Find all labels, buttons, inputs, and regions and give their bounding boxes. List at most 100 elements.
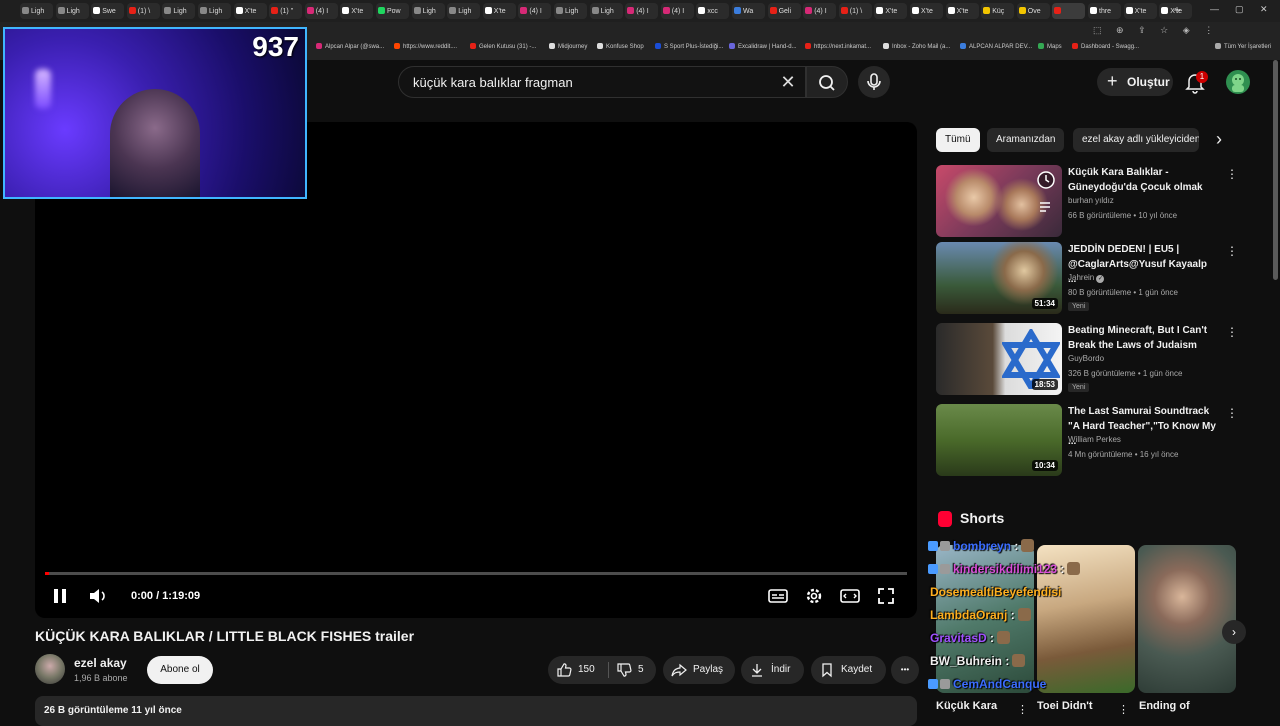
recommendation-title[interactable]: Beating Minecraft, But I Can't Break the… bbox=[1068, 323, 1218, 353]
save-button[interactable]: Kaydet bbox=[811, 656, 886, 684]
browser-tab[interactable]: Ligh bbox=[554, 3, 587, 19]
browser-tab[interactable]: (4) I bbox=[518, 3, 552, 19]
description-box[interactable]: 26 B görüntüleme 11 yıl önce bbox=[35, 696, 917, 726]
recommendation-channel[interactable]: burhan yıldız bbox=[1068, 196, 1114, 205]
browser-tab[interactable]: (4) I bbox=[304, 3, 338, 19]
recommendation-menu-icon[interactable]: ⋮ bbox=[1226, 406, 1238, 420]
browser-tab[interactable]: Geli bbox=[767, 3, 801, 19]
browser-tab[interactable]: X'te bbox=[910, 3, 943, 19]
extensions-icon[interactable]: ◈ bbox=[1183, 25, 1190, 35]
bookmark-item[interactable]: Excalidraw | Hand-d... bbox=[729, 43, 797, 50]
browser-tab[interactable] bbox=[1052, 3, 1086, 19]
bookmark-item[interactable]: S Sport Plus-İstediği... bbox=[655, 43, 723, 50]
browser-tab[interactable]: Ligh bbox=[198, 3, 231, 19]
browser-tab[interactable]: (4) I bbox=[625, 3, 659, 19]
chip-all[interactable]: Tümü bbox=[936, 128, 980, 152]
short-thumb-3[interactable] bbox=[1138, 545, 1236, 693]
maximize-icon[interactable]: ▢ bbox=[1235, 4, 1244, 15]
video-thumbnail[interactable]: 51:34 bbox=[936, 242, 1062, 314]
create-button[interactable]: + Oluştur bbox=[1097, 68, 1173, 96]
recommendation-title[interactable]: Küçük Kara Balıklar - Güneydoğu'da Çocuk… bbox=[1068, 165, 1218, 195]
search-button[interactable] bbox=[806, 66, 848, 98]
share-page-icon[interactable]: ⇪ bbox=[1138, 25, 1146, 35]
chip-from-search[interactable]: Aramanızdan bbox=[987, 128, 1065, 152]
short-menu-icon-1[interactable]: ⋮ bbox=[1017, 703, 1028, 716]
browser-tab[interactable]: Ligh bbox=[447, 3, 481, 19]
video-thumbnail[interactable]: 18:53 bbox=[936, 323, 1062, 395]
recommendation-item[interactable]: 51:34 JEDDİN DEDEN! | EU5 | @CaglarArts@Y… bbox=[936, 242, 1238, 314]
bookmark-item[interactable]: https://www.reddit.... bbox=[394, 43, 457, 50]
bookmark-item[interactable]: https://next.inkamat... bbox=[805, 43, 871, 50]
zoom-icon[interactable]: ⊕ bbox=[1116, 25, 1124, 35]
browser-tab[interactable]: Ligh bbox=[411, 3, 445, 19]
browser-tab[interactable]: Swe bbox=[91, 3, 125, 19]
recommendation-menu-icon[interactable]: ⋮ bbox=[1226, 167, 1238, 181]
browser-tab[interactable]: thre bbox=[1088, 3, 1121, 19]
bookmark-item[interactable]: Dashboard - Swagg... bbox=[1072, 43, 1139, 50]
short-title-3[interactable]: Ending of bbox=[1139, 700, 1190, 712]
short-title-2[interactable]: Toei Didn't bbox=[1037, 700, 1093, 712]
recommendation-item[interactable]: 10:34 The Last Samurai Soundtrack "A Hard… bbox=[936, 404, 1238, 476]
video-thumbnail[interactable] bbox=[936, 165, 1062, 237]
browser-tab[interactable]: X'te bbox=[233, 3, 267, 19]
browser-tab[interactable]: X'te bbox=[482, 3, 516, 19]
star-icon[interactable]: ☆ bbox=[1160, 25, 1168, 35]
subtitles-button[interactable] bbox=[767, 585, 789, 607]
bookmark-item[interactable]: Midjourney bbox=[549, 43, 587, 50]
short-menu-icon-2[interactable]: ⋮ bbox=[1118, 703, 1129, 716]
browser-tab[interactable]: (4) I bbox=[803, 3, 837, 19]
download-button[interactable]: İndir bbox=[741, 656, 804, 684]
recommendation-item[interactable]: 18:53 Beating Minecraft, But I Can't Brea… bbox=[936, 323, 1238, 395]
video-thumbnail[interactable]: 10:34 bbox=[936, 404, 1062, 476]
bookmark-item[interactable]: Alpcan Alpar (@swa... bbox=[316, 43, 384, 50]
shorts-next-button[interactable]: › bbox=[1222, 620, 1246, 644]
browser-tab[interactable]: (1) " bbox=[269, 3, 303, 19]
browser-tab[interactable]: (4) I bbox=[660, 3, 694, 19]
add-to-queue-icon[interactable] bbox=[1036, 197, 1056, 217]
browser-tab[interactable]: Wa bbox=[732, 3, 765, 19]
browser-tab[interactable]: (1) \ bbox=[838, 3, 872, 19]
volume-button[interactable] bbox=[87, 585, 109, 607]
settings-button[interactable] bbox=[803, 585, 825, 607]
browser-tab[interactable]: Ligh bbox=[55, 3, 89, 19]
theater-mode-button[interactable] bbox=[839, 585, 861, 607]
all-bookmarks[interactable]: Tüm Yer İşaretleri bbox=[1215, 43, 1271, 50]
bookmark-item[interactable]: Gelen Kutusu (31) -... bbox=[470, 43, 536, 50]
recommendation-channel[interactable]: William Perkes bbox=[1068, 435, 1121, 444]
share-button[interactable]: Paylaş bbox=[663, 656, 735, 684]
close-window-icon[interactable]: ✕ bbox=[1260, 4, 1268, 15]
subscribe-button[interactable]: Abone ol bbox=[147, 656, 213, 684]
recommendation-channel[interactable]: Jahrein ✓ bbox=[1068, 273, 1105, 283]
browser-tab[interactable]: X'te bbox=[945, 3, 979, 19]
channel-name[interactable]: ezel akay bbox=[74, 656, 127, 670]
browser-tab[interactable]: X'te bbox=[1123, 3, 1157, 19]
recommendation-menu-icon[interactable]: ⋮ bbox=[1226, 244, 1238, 258]
recommendation-item[interactable]: Küçük Kara Balıklar - Güneydoğu'da Çocuk… bbox=[936, 165, 1238, 237]
bookmark-item[interactable]: Maps bbox=[1038, 43, 1062, 50]
bookmark-item[interactable]: ALPCAN ALPAR DEV... bbox=[960, 43, 1032, 50]
recommendation-channel[interactable]: GuyBordo bbox=[1068, 354, 1104, 363]
page-scrollbar[interactable] bbox=[1273, 60, 1278, 280]
browser-tab[interactable]: Ligh bbox=[589, 3, 623, 19]
bookmark-item[interactable]: Inbox - Zoho Mail (a... bbox=[883, 43, 950, 50]
short-title-1[interactable]: Küçük Kara bbox=[936, 700, 997, 712]
pause-button[interactable] bbox=[49, 585, 71, 607]
dislike-button[interactable]: 5 bbox=[610, 656, 656, 684]
account-avatar[interactable] bbox=[1226, 70, 1250, 94]
browser-tab[interactable]: Ligh bbox=[20, 3, 53, 19]
browser-tab[interactable]: Küç bbox=[981, 3, 1015, 19]
new-tab-button[interactable]: + bbox=[1170, 3, 1184, 19]
more-actions-button[interactable]: ••• bbox=[891, 656, 919, 684]
channel-avatar[interactable] bbox=[35, 654, 65, 684]
extension-icon[interactable]: ⬚ bbox=[1093, 25, 1102, 35]
clear-search-icon[interactable]: ✕ bbox=[778, 72, 798, 92]
browser-tab[interactable]: xcc bbox=[696, 3, 730, 19]
progress-bar[interactable] bbox=[45, 572, 907, 575]
bookmark-item[interactable]: Konfuse Shop bbox=[597, 43, 644, 50]
chips-next-icon[interactable]: › bbox=[1211, 128, 1227, 152]
browser-tab[interactable]: Ove bbox=[1016, 3, 1050, 19]
clock-icon[interactable] bbox=[1036, 170, 1056, 190]
search-input[interactable]: küçük kara balıklar fragman bbox=[398, 66, 806, 98]
voice-search-button[interactable] bbox=[858, 66, 890, 98]
menu-icon[interactable]: ⋮ bbox=[1204, 25, 1213, 35]
